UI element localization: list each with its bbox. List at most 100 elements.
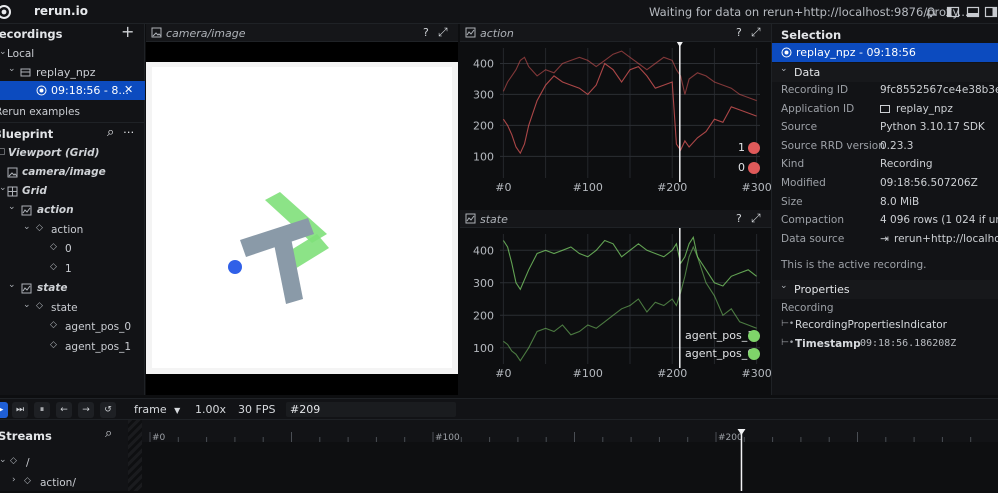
blueprint-item-state-view[interactable]: ⌄ state [0,279,145,298]
maximize-icon[interactable]: ⤢ [751,25,761,40]
camera-view-header[interactable]: camera/image ? ⤢ [146,24,458,42]
camera-image-viewport[interactable] [146,42,458,395]
timeline-selector[interactable]: frame ▼ [134,403,180,416]
blueprint-item-camera-image[interactable]: camera/image [0,163,145,182]
playback-speed[interactable]: 1.00x [195,403,226,416]
playback-bar: ▶ ⏭ ⏸ ← → ↺ frame ▼ 1.00x 30 FPS #209 [0,398,998,420]
blueprint-entity-agent-pos-0[interactable]: ◇ agent_pos_0 [0,318,145,337]
chevron-down-icon: ⌄ [8,64,16,74]
x-tick-label: #100 [573,367,603,380]
image-view-icon [7,167,18,178]
blueprint-entity-action-1[interactable]: ◇ 1 [0,260,145,279]
ruler-tick-label: #200 [718,433,743,443]
recording-item-selected[interactable]: 09:18:56 - 8... ✕ [0,81,145,100]
rerun-logo-icon[interactable] [0,4,12,20]
ruler-tick-label: #100 [435,433,460,443]
title-bar: rerun.io Waiting for data on rerun+http:… [0,0,998,24]
divider [0,122,145,123]
selected-recording[interactable]: replay_npz - 09:18:56 [772,43,998,62]
app-replay-npz[interactable]: ⌄ replay_npz [0,63,145,82]
entity-icon: ◇ [50,320,57,330]
ruler-bar [142,420,998,442]
frame-input[interactable]: #209 [286,402,456,417]
y-tick-label: 100 [473,150,494,163]
streams-header: Streams [0,429,52,443]
x-tick-label: #200 [657,181,687,194]
app-icon [880,105,890,113]
streams-timeline: Streams ⌕ ⌄ ◇ / › ◇ action/ #0 #100 #200 [0,420,998,491]
entity-icon: ◇ [50,242,57,252]
notifications-icon[interactable] [924,5,938,19]
y-tick-label: 400 [473,244,494,257]
chevron-down-icon: ⌄ [23,222,31,232]
more-options-icon[interactable]: ⋯ [123,125,135,139]
stream-action[interactable]: › ◇ action/ [0,474,128,493]
help-icon[interactable]: ? [736,26,742,39]
chevron-down-icon: ⌄ [780,281,788,291]
blueprint-entity-action[interactable]: ⌄ ◇ action [0,221,145,240]
pause-icon[interactable]: ⏸ [34,402,50,418]
entity-icon: ◇ [24,476,31,486]
step-back-icon[interactable]: ← [56,402,72,418]
play-icon[interactable]: ▶ [0,402,8,418]
chevron-down-icon: ⌄ [0,47,7,57]
timeseries-icon [21,205,32,216]
legend-swatch [748,330,760,342]
x-tick-label: #300 [742,367,771,380]
selection-panel: Selection replay_npz - 09:18:56 ⌄ Data R… [771,24,998,395]
chevron-down-icon: ⌄ [8,280,16,290]
search-icon[interactable]: ⌕ [107,125,114,140]
chevron-down-icon: ⌄ [8,202,16,212]
legend-swatch [748,162,760,174]
image-view-icon [151,27,162,38]
y-tick-label: 200 [473,309,494,322]
legend-swatch [748,142,760,154]
blueprint-entity-action-0[interactable]: ◇ 0 [0,240,145,259]
blueprint-item-viewport[interactable]: ▢ Viewport (Grid) [0,144,145,163]
toggle-right-panel-icon[interactable] [984,5,998,19]
maximize-icon[interactable]: ⤢ [438,25,448,40]
entity-icon: ◇ [50,262,57,272]
local-group[interactable]: ⌄ Local [0,45,145,64]
y-tick-label: 300 [473,88,494,101]
search-icon[interactable]: ⌕ [105,426,112,441]
action-view-header[interactable]: action ? ⤢ [460,24,771,42]
recording-label: Recording [781,302,834,314]
blueprint-entity-agent-pos-1[interactable]: ◇ agent_pos_1 [0,338,145,357]
rerun-examples-group[interactable]: Rerun examples [0,103,145,122]
component-icon: ⊢• [781,338,795,348]
action-chart[interactable]: 100 200 300 400 #0 #100 #200 #300 [460,42,771,194]
blueprint-entity-state[interactable]: ⌄ ◇ state [0,299,145,318]
toggle-bottom-panel-icon[interactable] [966,5,980,19]
properties-section-header[interactable]: ⌄ Properties [772,280,998,299]
blueprint-item-action-view[interactable]: ⌄ action [0,201,145,220]
timeseries-icon [21,283,32,294]
recording-icon [781,47,792,58]
toggle-left-panel-icon[interactable] [946,5,960,19]
time-ruler[interactable]: #0 #100 #200 [142,420,998,491]
entity-icon: ◇ [50,340,57,350]
help-icon[interactable]: ? [423,26,429,39]
step-forward-arrow-icon[interactable]: → [78,402,94,418]
chevron-right-icon: › [12,475,16,485]
entity-icon: ◇ [10,456,17,466]
loop-icon[interactable]: ↺ [100,402,116,418]
stream-root[interactable]: ⌄ ◇ / [0,454,128,473]
maximize-icon[interactable]: ⤢ [751,211,761,226]
state-view-header[interactable]: state ? ⤢ [460,210,771,228]
help-icon[interactable]: ? [736,212,742,225]
y-tick-label: 100 [473,342,494,355]
recording-icon [36,85,47,96]
chevron-down-icon: ⌄ [0,183,7,193]
x-tick-label: #100 [573,181,603,194]
data-section-header[interactable]: ⌄ Data [772,63,998,82]
fps-selector[interactable]: 30 FPS [238,403,275,416]
x-tick-label: #0 [495,181,511,194]
add-recording-icon[interactable]: + [121,22,134,41]
timeseries-icon [465,213,476,224]
left-panel: Recordings + ⌄ Local ⌄ replay_npz 09:18:… [0,22,145,395]
step-forward-icon[interactable]: ⏭ [12,402,28,418]
database-icon [20,68,31,77]
blueprint-item-grid[interactable]: ⌄ Grid [0,182,145,201]
close-icon[interactable]: ✕ [124,83,133,96]
